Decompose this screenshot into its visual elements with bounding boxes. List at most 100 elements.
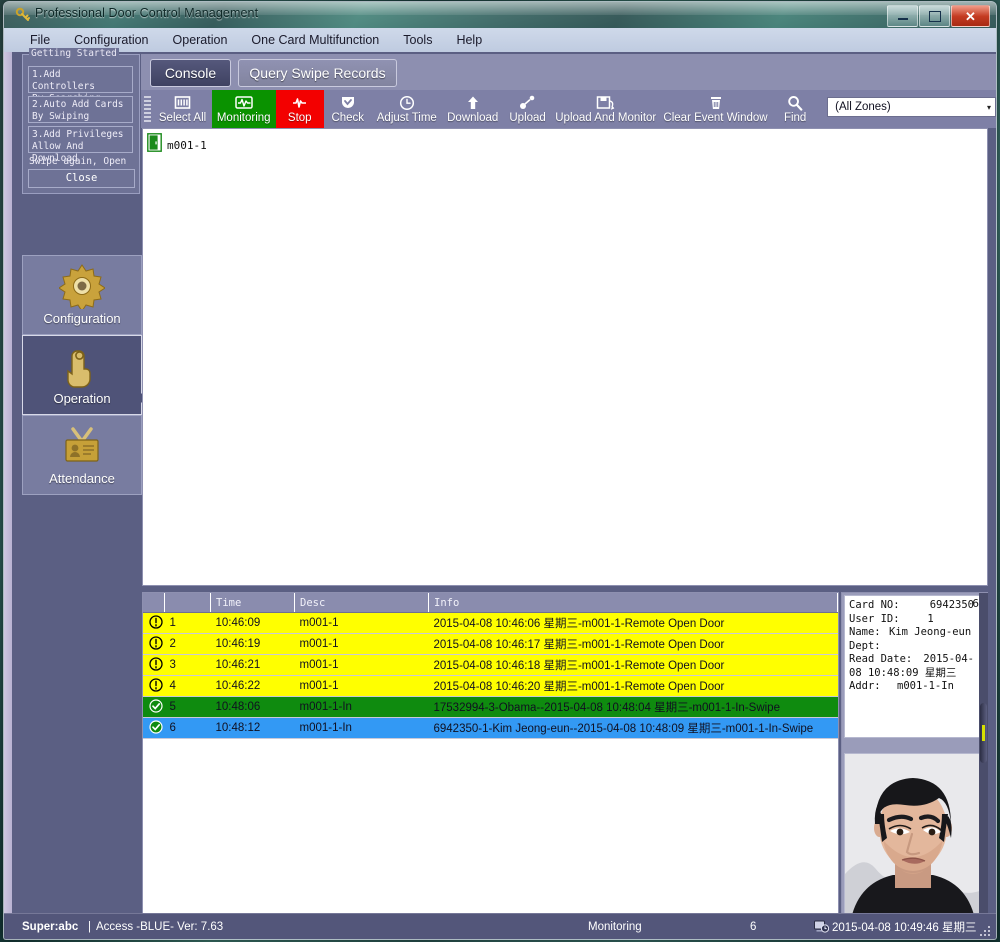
title-bar[interactable]: Professional Door Control Management ✕ [4,2,996,28]
upload-and-monitor-button[interactable]: Upload And Monitor [552,90,660,128]
adjust-time-button[interactable]: Adjust Time [372,90,442,128]
getting-started-legend: Getting Started [29,48,119,59]
step-add-privileges-button[interactable]: 3.Add Privileges Allow And Download [28,126,133,153]
column-header-index[interactable] [165,593,211,613]
application-window: Professional Door Control Management ✕ F… [3,1,997,940]
cell-index: 1 [165,613,211,634]
step2-line1: 2.Auto Add Cards [32,99,129,111]
column-header-info[interactable]: Info [429,593,838,613]
monitoring-button[interactable]: Monitoring [212,90,276,128]
find-button[interactable]: Find [771,90,819,128]
alert-icon [143,676,165,697]
select-all-button[interactable]: Select All [153,90,211,128]
card-field-label: User ID: [849,613,911,627]
sidebar-item-label-configuration: Configuration [43,311,120,326]
cell-desc: m001-1 [295,634,429,655]
menu-item-help[interactable]: Help [444,31,494,49]
arrow-up-icon [466,94,480,111]
cell-index: 3 [165,655,211,676]
step-add-controllers-button[interactable]: 1.Add Controllers By Searching [28,66,133,93]
stop-pulse-icon [291,94,309,111]
card-field-label: Name: [849,626,889,640]
check-label: Check [331,112,364,124]
tab-console[interactable]: Console [150,59,231,87]
step1-line1: 1.Add Controllers [32,69,129,93]
card-field-value: 2015-04- [915,653,978,667]
select-all-label: Select All [159,112,206,124]
menu-item-one-card-multifunction[interactable]: One Card Multifunction [239,31,391,49]
status-mode: Monitoring [588,921,642,933]
tab-strip: Console Query Swipe Records [141,54,996,90]
scrollbar-thumb[interactable] [980,703,987,763]
sidebar-item-operation[interactable]: Operation [22,335,142,415]
right-scrollbar[interactable] [979,593,988,940]
stop-button[interactable]: Stop [276,90,324,128]
table-row[interactable]: 4 10:46:22 m001-1 2015-04-08 10:46:20 星期… [143,676,838,697]
toolbar-grip[interactable] [144,96,151,122]
clear-event-window-label: Clear Event Window [663,112,767,124]
upload-label: Upload [509,112,545,124]
table-row[interactable]: 1 10:46:09 m001-1 2015-04-08 10:46:06 星期… [143,613,838,634]
cell-time: 10:46:09 [211,613,295,634]
getting-started-close-button[interactable]: Close [28,169,135,188]
card-field-label: Dept: [849,640,889,654]
card-info-panel: 6 Card NO: 6942350 User ID: 1 Name: Kim … [841,592,988,940]
table-row[interactable]: 2 10:46:19 m001-1 2015-04-08 10:46:17 星期… [143,634,838,655]
check-button[interactable]: Check [324,90,372,128]
sidebar-item-attendance[interactable]: Attendance [22,415,142,495]
cell-time: 10:48:06 [211,697,295,718]
cell-desc: m001-1 [295,655,429,676]
card-field-value: 08 10:48:09 星期三 [849,667,956,681]
app-key-icon [15,7,31,23]
tree-node-label: m001-1 [167,139,207,152]
event-tree-panel[interactable]: m001-1 [142,128,988,586]
card-field-value [889,640,978,654]
table-row[interactable]: 3 10:46:21 m001-1 2015-04-08 10:46:18 星期… [143,655,838,676]
menu-item-tools[interactable]: Tools [391,31,444,49]
minimize-button[interactable] [887,5,918,27]
cell-info: 6942350-1-Kim Jeong-eun--2015-04-08 10:4… [429,718,838,739]
column-header-icon[interactable] [143,593,165,613]
upload-button[interactable]: Upload [504,90,552,128]
zone-select[interactable]: (All Zones) ▾ [827,97,996,117]
adjust-time-label: Adjust Time [377,112,437,124]
clear-event-window-button[interactable]: Clear Event Window [660,90,771,128]
cell-desc: m001-1-In [295,697,429,718]
column-header-time[interactable]: Time [211,593,295,613]
monitoring-label: Monitoring [217,112,271,124]
download-button[interactable]: Download [442,90,504,128]
sidebar-item-configuration[interactable]: Configuration [22,255,142,335]
close-button[interactable]: ✕ [951,5,990,27]
tab-query-swipe-records[interactable]: Query Swipe Records [238,59,397,87]
save-monitor-icon [596,94,616,111]
step-auto-add-cards-button[interactable]: 2.Auto Add Cards By Swiping [28,96,133,123]
menu-item-configuration[interactable]: Configuration [62,31,160,49]
menu-item-file[interactable]: File [18,31,62,49]
table-row[interactable]: 6 10:48:12 m001-1-In 6942350-1-Kim Jeong… [143,718,838,739]
status-separator: | [88,921,91,933]
alert-icon [143,655,165,676]
event-grid[interactable]: Time Desc Info 1 10:46:09 m001-1 [142,592,839,940]
select-all-icon [174,94,191,111]
tree-node-m001-1[interactable]: m001-1 [147,133,207,157]
cell-time: 10:46:22 [211,676,295,697]
door-open-icon [147,133,162,157]
sidebar-item-label-operation: Operation [53,391,110,406]
maximize-button[interactable] [919,5,950,27]
card-field-label: Card NO: [849,599,911,613]
cell-index: 4 [165,676,211,697]
resize-grip[interactable] [980,926,992,938]
card-field-name: Name: Kim Jeong-eun [849,626,978,640]
table-row[interactable]: 5 10:48:06 m001-1-In 17532994-3-Obama--2… [143,697,838,718]
column-header-desc[interactable]: Desc [295,593,429,613]
menu-bar: File Configuration Operation One Card Mu… [4,28,997,52]
menu-item-operation[interactable]: Operation [161,31,240,49]
card-field-value: 6942350 [911,599,978,613]
zone-select-value: (All Zones) [835,101,891,113]
toolbar: Select All Monitoring [141,90,996,128]
card-field-value: m001-1-In [897,680,978,694]
clock-icon [399,94,415,111]
alert-icon [143,613,165,634]
card-field-addr: Addr: m001-1-In [849,680,978,694]
ok-icon [143,697,165,718]
